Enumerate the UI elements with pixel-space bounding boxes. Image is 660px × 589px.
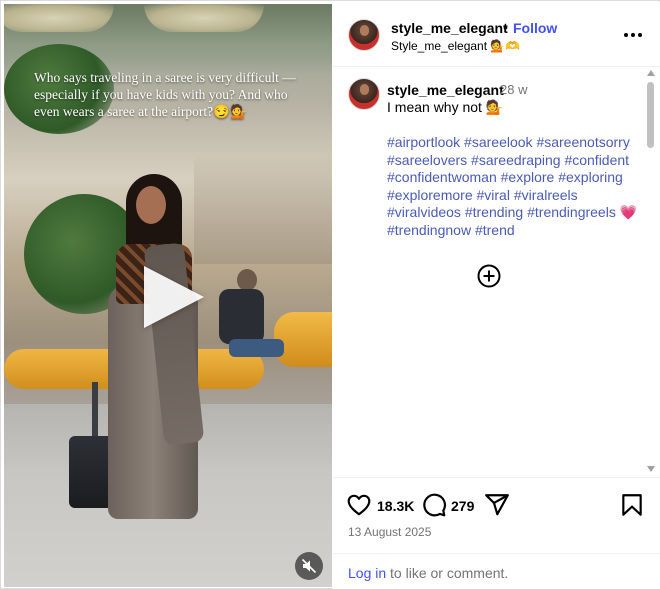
video-background-shop	[194, 154, 332, 264]
video-woman-in-saree	[94, 174, 214, 544]
login-link[interactable]: Log in	[348, 565, 386, 581]
header-username[interactable]: style_me_elegant	[391, 20, 508, 36]
video-background-lamp	[144, 4, 264, 32]
post-header: style_me_elegant • Follow Style_me_elega…	[333, 2, 660, 67]
hashtag-link[interactable]: #airportlook	[387, 134, 460, 150]
bookmark-icon[interactable]	[619, 492, 645, 518]
hashtag-link[interactable]: #viral	[477, 187, 510, 203]
hashtag-link[interactable]: #confidentwoman	[387, 169, 497, 185]
hashtag-link[interactable]: #sareelovers	[387, 152, 467, 168]
plus-circle-icon[interactable]	[477, 264, 501, 288]
hashtag-link[interactable]: #sareenotsorry	[536, 134, 629, 150]
comments-scrollbar[interactable]	[644, 68, 658, 476]
hashtag-link[interactable]: #trendingreels	[527, 204, 616, 220]
like-count[interactable]: 18.3K	[377, 498, 414, 514]
hashtag-link[interactable]: #explore	[501, 169, 555, 185]
hashtag-link[interactable]: #exploremore	[387, 187, 473, 203]
comment-count[interactable]: 279	[451, 498, 474, 514]
video-background-bench	[274, 312, 332, 367]
video-overlay-text: Who says traveling in a saree is very di…	[34, 70, 296, 119]
caption-section: style_me_elegant 28 w I mean why not 💁 #…	[333, 68, 660, 476]
video-person-seated	[209, 269, 284, 389]
scrollbar-thumb[interactable]	[647, 82, 654, 148]
more-horizontal-icon[interactable]	[623, 25, 643, 45]
login-prompt-text: to like or comment.	[386, 565, 509, 581]
play-icon[interactable]	[144, 266, 204, 328]
hashtag-link[interactable]: #sareelook	[464, 134, 533, 150]
post-side-panel: style_me_elegant • Follow Style_me_elega…	[333, 2, 660, 589]
post-time-ago[interactable]: 28 w	[500, 82, 527, 97]
avatar[interactable]	[348, 78, 380, 110]
video-background-lamp	[4, 4, 114, 32]
hashtag-list: #airportlook #sareelook #sareenotsorry #…	[387, 134, 642, 240]
hashtag-link[interactable]: #sareedraping	[471, 152, 561, 168]
post-date[interactable]: 13 August 2025	[348, 525, 431, 539]
hashtag-link[interactable]: #trending	[465, 204, 523, 220]
muted-speaker-icon[interactable]	[295, 552, 323, 580]
login-prompt: Log in to like or comment.	[333, 553, 660, 589]
hashtag-link[interactable]: #confident	[564, 152, 629, 168]
hashtag-link[interactable]: #viralvideos	[387, 204, 461, 220]
comment-icon[interactable]	[421, 492, 447, 518]
post-actions: 18.3K 279 13 August 2025	[333, 477, 660, 552]
hashtag-link[interactable]: #trendingnow	[387, 222, 471, 238]
reel-video[interactable]: Who says traveling in a saree is very di…	[4, 4, 332, 587]
hashtag-link[interactable]: #trend	[475, 222, 515, 238]
avatar[interactable]	[348, 19, 380, 51]
share-icon[interactable]	[484, 492, 510, 518]
header-subtitle: Style_me_elegant 💁🫶	[391, 39, 521, 53]
separator-dot: •	[503, 19, 508, 35]
caption-text: I mean why not 💁	[387, 99, 504, 115]
hashtag-link[interactable]: #exploring	[558, 169, 623, 185]
scroll-down-arrow-icon[interactable]	[647, 466, 655, 472]
heart-icon[interactable]	[346, 492, 372, 518]
caption-username[interactable]: style_me_elegant	[387, 82, 504, 98]
follow-button[interactable]: Follow	[513, 20, 557, 36]
hashtag-link[interactable]: #viralreels	[514, 187, 578, 203]
post-dialog: Who says traveling in a saree is very di…	[0, 0, 660, 589]
scroll-up-arrow-icon[interactable]	[647, 70, 655, 76]
heart-emoji: 💗	[619, 204, 638, 221]
